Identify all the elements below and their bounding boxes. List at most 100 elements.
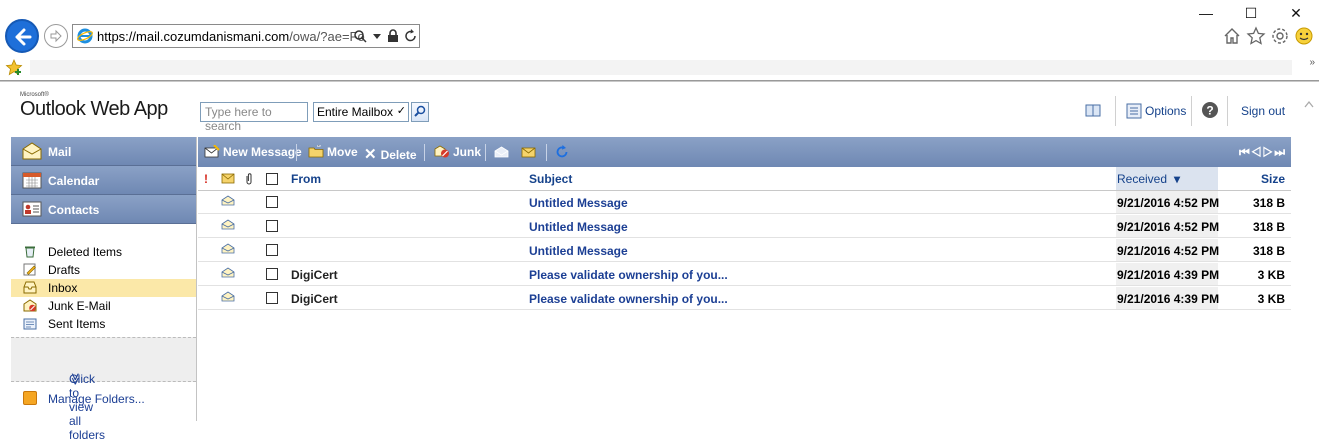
refresh-icon[interactable] — [404, 29, 417, 43]
drafts-pencil-icon — [23, 263, 36, 276]
message-checkbox[interactable] — [266, 220, 278, 232]
folder-inbox[interactable]: Inbox — [11, 279, 196, 297]
manage-folders-icon — [23, 391, 37, 405]
page-scrollbar[interactable] — [1299, 82, 1319, 421]
attachment-column-icon[interactable] — [245, 172, 253, 185]
toolbar-separator — [546, 144, 547, 161]
message-received: 9/21/2016 4:52 PM — [1117, 220, 1220, 234]
back-button[interactable] — [5, 19, 39, 53]
favorites-bar: » — [0, 57, 1319, 79]
settings-gear-icon[interactable] — [1270, 26, 1290, 46]
message-row[interactable]: Untitled Message 9/21/2016 4:52 PM 318 B — [198, 239, 1291, 262]
favorites-star-icon[interactable] — [1246, 26, 1266, 46]
message-subject[interactable]: Please validate ownership of you... — [529, 268, 728, 282]
search-scope-select[interactable]: Entire Mailbox ✓ — [313, 102, 409, 122]
toolbar-separator — [424, 144, 425, 161]
dropdown-icon[interactable] — [373, 34, 381, 40]
message-subject[interactable]: Untitled Message — [529, 220, 628, 234]
select-all-checkbox[interactable] — [266, 173, 278, 185]
new-message-button[interactable]: New Message — [204, 145, 302, 159]
forward-arrow-icon — [50, 29, 62, 43]
home-icon[interactable] — [1222, 26, 1242, 46]
address-url: https://mail.cozumdanismani.com/owa/?ae=… — [97, 29, 365, 44]
double-chevron-down-icon: ≫ — [68, 372, 83, 386]
header-separator — [1227, 96, 1228, 126]
check-messages-icon[interactable] — [555, 145, 569, 159]
junk-icon — [434, 145, 449, 158]
nav-contacts-button[interactable]: Contacts — [11, 195, 196, 224]
message-subject[interactable]: Untitled Message — [529, 196, 628, 210]
message-received: 9/21/2016 4:39 PM — [1117, 292, 1220, 306]
search-input[interactable]: Type here to search — [200, 102, 308, 133]
folder-drafts[interactable]: Drafts — [11, 261, 196, 279]
move-button[interactable]: Move — [308, 145, 358, 159]
back-arrow-icon — [15, 28, 32, 46]
read-envelope-icon — [221, 219, 235, 230]
scroll-up-icon[interactable] — [1304, 100, 1314, 108]
nav-mail-button[interactable]: Mail — [11, 137, 196, 166]
message-row[interactable]: Untitled Message 9/21/2016 4:52 PM 318 B — [198, 191, 1291, 214]
junk-button[interactable]: Junk — [434, 145, 481, 159]
folder-junk-email[interactable]: Junk E-Mail — [11, 297, 196, 315]
address-book-icon[interactable] — [1085, 104, 1101, 118]
sign-out-link[interactable]: Sign out — [1241, 104, 1285, 118]
read-envelope-icon — [221, 267, 235, 278]
trash-icon — [25, 246, 35, 258]
view-all-folders-link[interactable]: Click to view all folders ≫ — [11, 337, 196, 442]
address-bar[interactable]: https://mail.cozumdanismani.com/owa/?ae=… — [72, 24, 420, 48]
importance-column-icon[interactable]: ! — [204, 172, 208, 186]
size-column-header[interactable]: Size — [1261, 172, 1285, 186]
owa-app: Microsoft® Outlook Web App Type here to … — [0, 82, 1319, 442]
sent-items-icon — [23, 318, 37, 330]
mark-unread-icon[interactable] — [521, 147, 536, 158]
delete-button[interactable]: ✕ Delete — [364, 145, 417, 163]
forward-button[interactable] — [44, 24, 68, 48]
options-link[interactable]: Options — [1145, 104, 1186, 118]
manage-folders-link[interactable]: Manage Folders... — [11, 389, 196, 409]
move-folder-icon — [308, 145, 324, 158]
minimize-button[interactable]: — — [1183, 2, 1229, 24]
message-row[interactable]: DigiCert Please validate ownership of yo… — [198, 287, 1291, 310]
navigation-pane: Mail Calendar Contacts Deleted Items Dra… — [11, 137, 196, 442]
chevron-down-icon: ✓ — [396, 105, 406, 117]
message-subject[interactable]: Untitled Message — [529, 244, 628, 258]
message-checkbox[interactable] — [266, 292, 278, 304]
read-envelope-icon — [221, 195, 235, 206]
ie-page-icon — [77, 28, 93, 44]
help-icon[interactable]: ? — [1201, 101, 1219, 119]
message-from: DigiCert — [291, 268, 338, 282]
nav-resize-grip[interactable] — [71, 225, 105, 227]
message-received: 9/21/2016 4:52 PM — [1117, 244, 1220, 258]
close-button[interactable]: ✕ — [1273, 2, 1319, 24]
nav-calendar-button[interactable]: Calendar — [11, 166, 196, 195]
message-row[interactable]: DigiCert Please validate ownership of yo… — [198, 263, 1291, 286]
new-message-icon — [204, 145, 220, 158]
favorites-overflow-chevron-icon[interactable]: » — [1309, 57, 1315, 68]
page-navigation[interactable]: ⏮◁▷⏭ — [1239, 145, 1286, 160]
add-favorite-star-icon[interactable] — [5, 59, 23, 77]
folder-sent-items[interactable]: Sent Items — [11, 315, 196, 333]
smiley-feedback-icon[interactable] — [1294, 26, 1314, 46]
message-checkbox[interactable] — [266, 196, 278, 208]
message-size: 318 B — [1252, 244, 1285, 258]
message-row[interactable]: Untitled Message 9/21/2016 4:52 PM 318 B — [198, 215, 1291, 238]
search-icon[interactable] — [353, 29, 367, 43]
owa-brand-logo: Microsoft® Outlook Web App — [20, 92, 168, 120]
folder-deleted-items[interactable]: Deleted Items — [11, 243, 196, 261]
message-checkbox[interactable] — [266, 244, 278, 256]
svg-text:?: ? — [1206, 104, 1213, 118]
read-status-column-icon[interactable] — [221, 173, 235, 184]
subject-column-header[interactable]: Subject — [529, 172, 572, 186]
message-subject[interactable]: Please validate ownership of you... — [529, 292, 728, 306]
options-icon[interactable] — [1126, 103, 1142, 119]
message-received: 9/21/2016 4:39 PM — [1117, 268, 1220, 282]
message-size: 318 B — [1252, 220, 1285, 234]
lock-icon[interactable] — [387, 29, 399, 43]
received-column-header[interactable]: Received — [1117, 172, 1167, 186]
from-column-header[interactable]: From — [291, 172, 321, 186]
search-button[interactable] — [411, 102, 429, 122]
mark-read-icon[interactable] — [494, 146, 509, 158]
maximize-button[interactable]: ☐ — [1228, 2, 1274, 24]
message-size: 318 B — [1252, 196, 1285, 210]
message-checkbox[interactable] — [266, 268, 278, 280]
